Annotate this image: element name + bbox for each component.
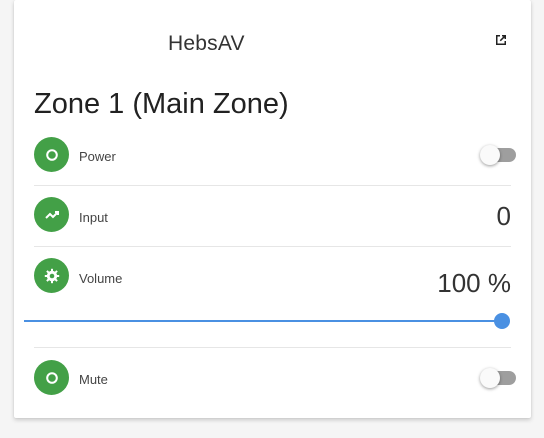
mute-row: Mute [34, 360, 516, 396]
power-circle-icon [34, 137, 69, 172]
power-toggle-thumb [480, 145, 500, 165]
divider [34, 246, 511, 247]
power-row: Power [34, 137, 516, 173]
power-label: Power [79, 149, 116, 164]
open-in-new-icon[interactable] [493, 32, 509, 48]
divider [34, 347, 511, 348]
input-label: Input [79, 210, 108, 225]
volume-slider-rail [24, 320, 502, 322]
card-header: HebsAV [14, 28, 531, 64]
trend-icon [34, 197, 69, 232]
power-circle-icon [34, 360, 69, 395]
divider [34, 185, 511, 186]
volume-label: Volume [79, 271, 123, 286]
input-value: 0 [496, 201, 511, 231]
mute-label: Mute [79, 372, 108, 387]
volume-slider-knob[interactable] [494, 313, 510, 329]
mute-toggle-thumb [480, 368, 500, 388]
volume-row: Volume 100 % [34, 258, 511, 298]
gear-icon [34, 258, 69, 293]
volume-slider[interactable] [24, 312, 510, 330]
card-title: HebsAV [168, 32, 245, 55]
input-row: Input 0 [34, 197, 511, 233]
mute-toggle[interactable] [480, 368, 516, 388]
power-toggle[interactable] [480, 145, 516, 165]
zone-card: HebsAV Zone 1 (Main Zone) Power Input 0 … [14, 0, 531, 418]
volume-value: 100 % [437, 268, 511, 298]
zone-title: Zone 1 (Main Zone) [34, 88, 289, 120]
